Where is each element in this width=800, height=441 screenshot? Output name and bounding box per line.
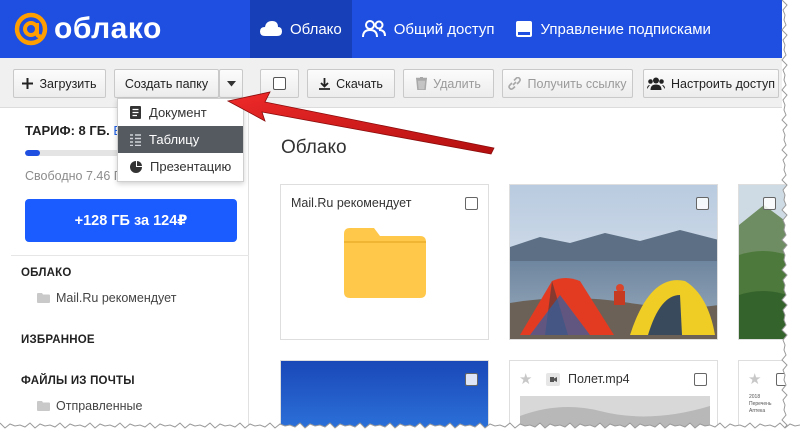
create-menu: Документ Таблицу Презентацию <box>117 98 244 182</box>
file-checkbox[interactable] <box>694 373 707 386</box>
favorite-star-icon[interactable]: ★ <box>519 370 532 388</box>
download-label: Скачать <box>336 76 383 91</box>
sidebar-divider <box>11 255 249 256</box>
sidebar-folder-mailru[interactable]: Mail.Ru рекомендует <box>37 291 176 305</box>
folder-icon <box>344 228 426 298</box>
nav-shared-label: Общий доступ <box>393 20 495 38</box>
file-name: Полет.mp4 <box>568 372 630 386</box>
file-checkbox[interactable] <box>763 197 776 210</box>
upload-label: Загрузить <box>39 76 97 91</box>
nav-shared[interactable]: Общий доступ <box>352 0 505 58</box>
subscriptions-icon <box>515 21 532 37</box>
select-all-checkbox <box>273 77 286 90</box>
nav-subscriptions-label: Управление подписками <box>540 20 711 38</box>
create-presentation-item[interactable]: Презентацию <box>118 153 243 180</box>
preview-line: Аптека <box>749 408 766 414</box>
video-file-icon <box>546 373 560 386</box>
storage-progress-fill <box>25 150 40 156</box>
lake-tents-photo <box>510 185 717 339</box>
favorite-star-icon[interactable]: ★ <box>748 370 761 388</box>
nav-cloud[interactable]: Облако <box>250 0 352 58</box>
delete-label: Удалить <box>433 76 481 91</box>
create-menu-toggle[interactable] <box>219 69 243 98</box>
tariff-info: ТАРИФ: 8 ГБ. В <box>25 123 122 138</box>
top-header: облако Облако Общий доступ Управление по… <box>0 0 782 58</box>
users-icon <box>361 20 386 38</box>
share-settings-button[interactable]: Настроить доступ <box>643 69 779 98</box>
table-icon <box>130 133 141 146</box>
file-checkbox[interactable] <box>696 197 709 210</box>
chevron-down-icon <box>226 80 236 86</box>
file-checkbox[interactable] <box>465 197 478 210</box>
document-icon <box>130 106 141 119</box>
trash-icon <box>416 77 428 90</box>
folder-icon <box>37 293 50 303</box>
folder-icon <box>37 401 50 411</box>
group-icon <box>647 77 666 90</box>
file-checkbox[interactable] <box>776 373 789 386</box>
create-document-item[interactable]: Документ <box>118 99 243 126</box>
sidebar-folder-label: Mail.Ru рекомендует <box>56 291 177 305</box>
file-card-document[interactable]: ★ 2018 Перечень Аптека <box>738 360 798 441</box>
preview-line: Перечень <box>749 401 772 407</box>
get-link-button[interactable]: Получить ссылку <box>502 69 633 98</box>
presentation-icon <box>130 160 142 173</box>
free-space-text: Свободно 7.46 Г <box>25 169 121 183</box>
create-folder-button[interactable]: Создать папку <box>114 69 219 98</box>
plus-icon <box>22 78 34 89</box>
section-mail-files[interactable]: ФАЙЛЫ ИЗ ПОЧТЫ <box>21 375 135 387</box>
buy-storage-button[interactable]: +128 ГБ за 124₽ <box>25 199 237 242</box>
section-cloud[interactable]: ОБЛАКО <box>21 267 71 279</box>
get-link-label: Получить ссылку <box>527 76 627 91</box>
cloud-icon <box>260 21 282 36</box>
delete-button[interactable]: Удалить <box>403 69 494 98</box>
create-folder-label: Создать папку <box>124 76 209 91</box>
file-card-video[interactable]: ★ Полет.mp4 <box>509 360 718 441</box>
main-nav: Облако Общий доступ Управление подпискам… <box>250 0 721 58</box>
create-table-label: Таблицу <box>149 132 200 147</box>
select-all-button[interactable] <box>260 69 299 98</box>
sidebar-folder-label: Отправленные <box>56 399 143 413</box>
nav-subscriptions[interactable]: Управление подписками <box>505 0 721 58</box>
document-preview: 2018 Перечень Аптека <box>749 394 772 415</box>
share-settings-label: Настроить доступ <box>671 76 775 91</box>
cloud-logo[interactable]: облако <box>14 12 162 46</box>
file-name: Mail.Ru рекомендует <box>291 196 412 210</box>
download-button[interactable]: Скачать <box>307 69 395 98</box>
create-presentation-label: Презентацию <box>150 159 232 174</box>
video-preview-thumbnail <box>520 396 710 440</box>
logo-text: облако <box>54 12 162 45</box>
upload-button[interactable]: Загрузить <box>13 69 106 98</box>
create-document-label: Документ <box>149 105 207 120</box>
at-logo-icon <box>14 12 48 46</box>
create-table-item[interactable]: Таблицу <box>118 126 243 153</box>
file-card-folder[interactable]: Mail.Ru рекомендует <box>280 184 489 340</box>
page-title: Облако <box>281 137 347 158</box>
nav-cloud-label: Облако <box>290 20 342 38</box>
download-icon <box>319 77 331 90</box>
file-checkbox[interactable] <box>465 373 478 386</box>
link-icon <box>508 77 522 90</box>
sidebar-folder-sent[interactable]: Отправленные <box>37 399 142 413</box>
file-card-photo-valley[interactable] <box>738 184 798 340</box>
file-card-photo-sky[interactable] <box>280 360 489 441</box>
sky-photo <box>281 361 488 440</box>
section-favorites[interactable]: ИЗБРАННОЕ <box>21 334 95 346</box>
tariff-label: ТАРИФ: 8 ГБ. <box>25 123 110 138</box>
preview-line: 2018 <box>749 394 761 400</box>
file-card-photo-tents[interactable] <box>509 184 718 340</box>
